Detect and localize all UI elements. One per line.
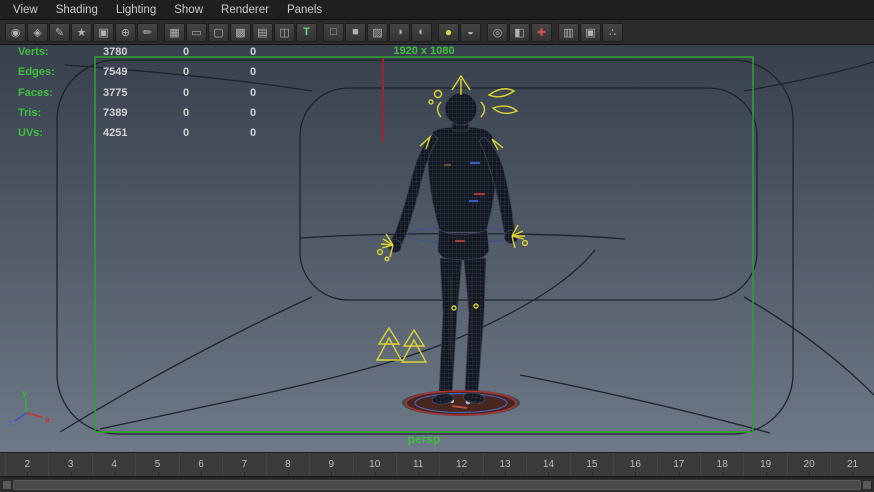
hud-value: 4251	[103, 127, 128, 140]
menu-renderer[interactable]: Renderer	[212, 2, 278, 18]
frame-label[interactable]: 17	[656, 453, 700, 476]
hud-label-uvs: UVs:	[18, 127, 44, 140]
frame-label[interactable]: 5	[135, 453, 178, 476]
textured-icon[interactable]: ▨	[367, 22, 388, 42]
frame-label[interactable]: 15	[569, 453, 613, 476]
exposure-tools-group: ● ◒	[438, 22, 481, 42]
menu-show[interactable]: Show	[165, 2, 212, 18]
hud-label-faces: Faces:	[18, 86, 53, 99]
hud-value: 3780	[103, 46, 128, 58]
frame-label[interactable]: 3	[48, 453, 91, 476]
bookmark-icon[interactable]: ★	[71, 22, 92, 42]
frame-label[interactable]: 14	[526, 453, 569, 476]
frame-label[interactable]: 8	[265, 453, 309, 476]
frame-label[interactable]: 7	[222, 453, 265, 476]
axis-gizmo[interactable]: y z x	[8, 388, 50, 428]
panel-toolbar: ◉ ◈ ✎ ★ ▣ ⊕ ✏ ▦ ▭ ▢ ▩ ▤ ◫ T □ ■ ▨ ◑ ◐ ● …	[0, 20, 874, 45]
range-slider-bar[interactable]	[13, 480, 861, 490]
frame-label[interactable]: 4	[91, 453, 135, 476]
camera-attributes-icon[interactable]: ✎	[49, 22, 70, 42]
perspective-viewport[interactable]: y z x 1920 x 1080 Verts: 3780 0 0 Edges:…	[0, 45, 874, 452]
frame-label[interactable]: 19	[743, 453, 786, 476]
film-gate-icon[interactable]: ▭	[186, 22, 207, 42]
frame-label[interactable]: 18	[700, 453, 743, 476]
joint-xray-icon[interactable]: ✚	[531, 22, 552, 42]
frame-label[interactable]: 6	[178, 453, 222, 476]
hud-value: 0	[250, 66, 257, 79]
frame-label[interactable]: 10	[352, 453, 396, 476]
axis-z-label: z	[8, 418, 13, 428]
frame-label[interactable]: 11	[395, 453, 439, 476]
poly-count-hud: Verts: 3780 0 0 Edges: 7549 0 0 Faces: 3…	[18, 46, 290, 147]
camera-tools-group: ◉ ◈ ✎ ★ ▣ ⊕ ✏	[5, 22, 158, 42]
scene-assembly-icon[interactable]: ▣	[580, 22, 601, 42]
hud-value: 3775	[103, 86, 128, 99]
pan-zoom-icon[interactable]: ⊕	[115, 22, 136, 42]
range-start-handle[interactable]	[2, 480, 12, 490]
safe-title-icon[interactable]: T	[296, 22, 317, 42]
resolution-gate-icon[interactable]: ▢	[208, 22, 229, 42]
range-end-handle[interactable]	[862, 480, 872, 490]
hud-value: 0	[183, 66, 190, 79]
xray-icon[interactable]: ◧	[509, 22, 530, 42]
axis-y-label: y	[22, 388, 27, 398]
grease-pencil-icon[interactable]: ✏	[137, 22, 158, 42]
hud-label-verts: Verts:	[18, 46, 49, 58]
lighting-icon[interactable]: ◑	[389, 22, 410, 42]
menu-view[interactable]: View	[4, 2, 47, 18]
hud-value: 0	[183, 86, 190, 99]
menu-shading[interactable]: Shading	[47, 2, 107, 18]
menu-lighting[interactable]: Lighting	[107, 2, 165, 18]
gate-mask-icon[interactable]: ▩	[230, 22, 251, 42]
frame-label[interactable]: 21	[830, 453, 873, 476]
axis-x-label: x	[45, 415, 50, 425]
exposure-icon[interactable]: ●	[438, 22, 459, 42]
gate-tools-group: ▦ ▭ ▢ ▩ ▤ ◫ T	[164, 22, 317, 42]
grid-icon[interactable]: ▦	[164, 22, 185, 42]
lock-camera-icon[interactable]: ◈	[27, 22, 48, 42]
wireframe-icon[interactable]: □	[323, 22, 344, 42]
frame-label[interactable]: 9	[309, 453, 352, 476]
isolate-tools-group: ◎ ◧ ✚	[487, 22, 552, 42]
hud-value: 0	[183, 127, 190, 140]
field-chart-icon[interactable]: ▤	[252, 22, 273, 42]
misc-tools-group: ▥ ▣ ∴	[558, 22, 623, 42]
panel-menu-bar: View Shading Lighting Show Renderer Pane…	[0, 0, 874, 20]
hud-label-edges: Edges:	[18, 66, 55, 79]
frame-label[interactable]: 2	[5, 453, 48, 476]
menu-panels[interactable]: Panels	[278, 2, 331, 18]
hud-value: 0	[250, 106, 257, 119]
hud-value: 7389	[103, 106, 128, 119]
time-slider[interactable]: 2 3 4 5 6 7 8 9 10 11 12 13 14 15 16 17 …	[0, 452, 874, 477]
frame-label[interactable]: 16	[613, 453, 656, 476]
character-mesh[interactable]	[388, 92, 521, 416]
shadows-icon[interactable]: ◐	[411, 22, 432, 42]
range-slider[interactable]	[0, 478, 874, 492]
frame-label[interactable]: 20	[786, 453, 830, 476]
frame-label[interactable]: 13	[482, 453, 526, 476]
hud-label-tris: Tris:	[18, 106, 42, 119]
share-network-icon[interactable]: ∴	[602, 22, 623, 42]
hud-value: 0	[250, 86, 257, 99]
image-plane-icon[interactable]: ▣	[93, 22, 114, 42]
hud-value: 0	[250, 46, 257, 58]
smooth-shade-icon[interactable]: ■	[345, 22, 366, 42]
base-ring-control[interactable]	[402, 390, 520, 416]
hud-value: 0	[183, 106, 190, 119]
plugin-icon[interactable]: ▥	[558, 22, 579, 42]
hud-value: 0	[250, 127, 257, 140]
safe-action-icon[interactable]: ◫	[274, 22, 295, 42]
hud-value: 7549	[103, 66, 128, 79]
select-camera-icon[interactable]: ◉	[5, 22, 26, 42]
shading-tools-group: □ ■ ▨ ◑ ◐	[323, 22, 432, 42]
camera-name-label: persp	[407, 432, 441, 446]
frame-label[interactable]: 12	[439, 453, 482, 476]
hud-value: 0	[183, 46, 190, 58]
isolate-select-icon[interactable]: ◎	[487, 22, 508, 42]
gamma-icon[interactable]: ◒	[460, 22, 481, 42]
